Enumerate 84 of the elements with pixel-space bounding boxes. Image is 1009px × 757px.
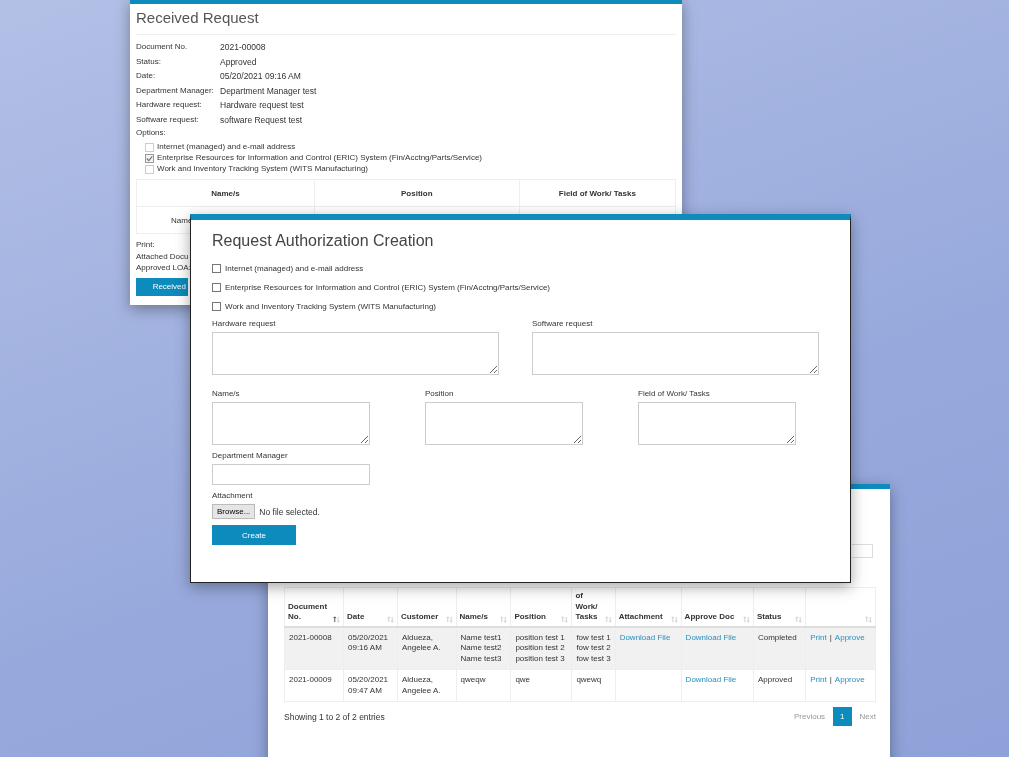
column-header[interactable]: Name/s [456,587,511,627]
field-label: Department Manager: [136,84,215,97]
option-label: Internet (managed) and e-mail address [225,264,364,273]
table-cell: position test 1 position test 2 position test 3 [510,626,572,670]
field-label: Status: [136,55,162,68]
footer-label: Attached Docu [136,250,189,262]
column-header[interactable]: Approve Doc [681,587,754,627]
field-value: software Request test [220,113,303,126]
column-header[interactable]: of Work/ Tasks [571,587,616,627]
table-cell: 2021-00009 [284,669,344,702]
field-label: Document No. [136,41,189,53]
column-header[interactable]: Date [343,587,398,627]
text-area[interactable] [212,402,370,445]
table-cell: 2021-00008 [284,626,344,670]
table-cell: Aldueza, Angelee A. [397,626,457,670]
option-label: Work and Inventory Tracking System (WITS Manufacturing) [225,302,437,311]
field-value: Department Manager test [220,84,317,97]
browse-button[interactable]: Browse... [212,504,256,519]
option-label: Work and Inventory Tracking System (WITS Manufacturing) [157,164,369,174]
checkbox[interactable] [145,164,154,174]
window-title: Received Request [136,9,676,35]
table-cell: Name test1 Name test2 Name test3 [456,626,511,670]
field-label: Hardware request [212,319,277,328]
create-button[interactable]: Create [212,525,296,545]
status-cell: Approved [753,669,806,702]
checkbox[interactable] [145,153,154,163]
received-button[interactable]: Received [136,277,188,296]
column-header: Field of Work/ Tasks [519,179,676,207]
action-link[interactable]: Print [810,632,827,643]
text-area[interactable] [212,332,499,375]
column-header[interactable]: Status [753,587,806,627]
table-cell: qwe [510,669,572,702]
table-cell: 05/20/2021 09:16 AM [343,626,398,670]
text-area[interactable] [638,402,796,445]
entries-summary: Showing 1 to 2 of 2 entries [284,711,385,722]
table-cell: 05/20/2021 09:47 AM [343,669,398,702]
option-label: Internet (managed) and e-mail address [157,142,296,152]
separator: | [829,675,832,686]
field-label: Software request: [136,113,200,126]
field-value: Hardware request test [220,99,304,112]
action-link[interactable]: Approve [834,632,865,643]
field-value: 05/20/2021 09:16 AM [220,70,301,83]
column-header[interactable]: Attachment [615,587,682,627]
column-header[interactable]: Position [510,587,572,627]
field-label: Attachment [212,491,254,500]
footer-label: Approved LOA: [136,262,191,274]
table-cell: qwewq [571,669,616,702]
field-value: Approved [220,55,257,68]
field-value: 2021-00008 [220,41,266,54]
field-label: Hardware request: [136,99,203,111]
table-cell: Aldueza, Angelee A. [397,669,457,702]
sort-icon[interactable] [333,615,340,623]
file-status: No file selected. [259,506,320,517]
table-cell: fow test 1 fow test 2 fow test 3 [571,626,616,670]
window-title: Request Authorization Creation [212,232,435,250]
option-label: Enterprise Resources for Information and Control (ERIC) System (Fin/Acctng/Parts/Service) [157,153,482,163]
action-link[interactable]: Approve [834,675,865,686]
search-field[interactable] [852,544,873,558]
field-label: Software request [532,319,594,328]
column-header[interactable]: Document No. [284,587,344,627]
input-field[interactable] [212,464,370,485]
options-label: Options: [136,128,167,137]
field-label: Name/s [212,389,241,398]
column-header: Position [314,179,520,207]
column-header: Name/s [136,179,315,207]
field-label: Position [425,389,455,398]
page-button[interactable]: 1 [833,707,852,726]
field-label: Field of Work/ Tasks [638,389,711,398]
checkbox[interactable] [212,283,221,292]
separator: | [829,632,832,643]
field-label: Department Manager [212,451,289,460]
checkbox[interactable] [212,264,221,273]
checkbox[interactable] [212,302,221,311]
status-cell: Completed [753,626,806,670]
option-label: Enterprise Resources for Information and Control (ERIC) System (Fin/Acctng/Parts/Service) [225,283,550,292]
action-link[interactable]: Print [810,675,827,686]
footer-label: Print: [136,239,155,251]
text-area[interactable] [532,332,819,375]
table-cell: qweqw [456,669,511,702]
text-area[interactable] [425,402,583,445]
field-label: Date: [136,70,157,82]
checkbox[interactable] [145,142,154,152]
column-header[interactable] [805,587,876,627]
column-header[interactable]: Customer [397,587,457,627]
